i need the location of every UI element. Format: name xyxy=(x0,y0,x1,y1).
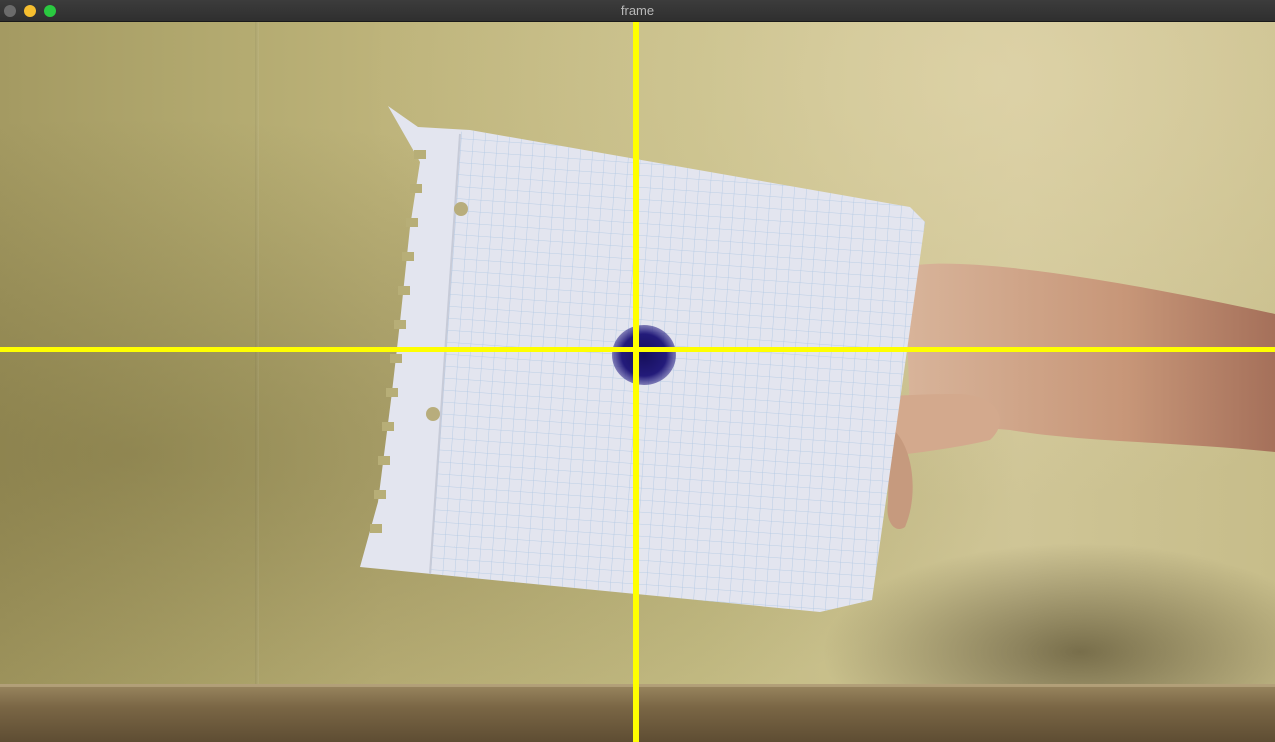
notebook-paper xyxy=(360,106,925,612)
camera-frame xyxy=(0,22,1275,742)
window-title: frame xyxy=(620,3,655,18)
crosshair-horizontal-line xyxy=(0,347,1275,352)
title-bar[interactable]: frame xyxy=(0,0,1275,22)
crosshair-vertical-line xyxy=(633,22,639,742)
target-dot xyxy=(612,325,676,385)
app-window: frame xyxy=(0,0,1275,742)
